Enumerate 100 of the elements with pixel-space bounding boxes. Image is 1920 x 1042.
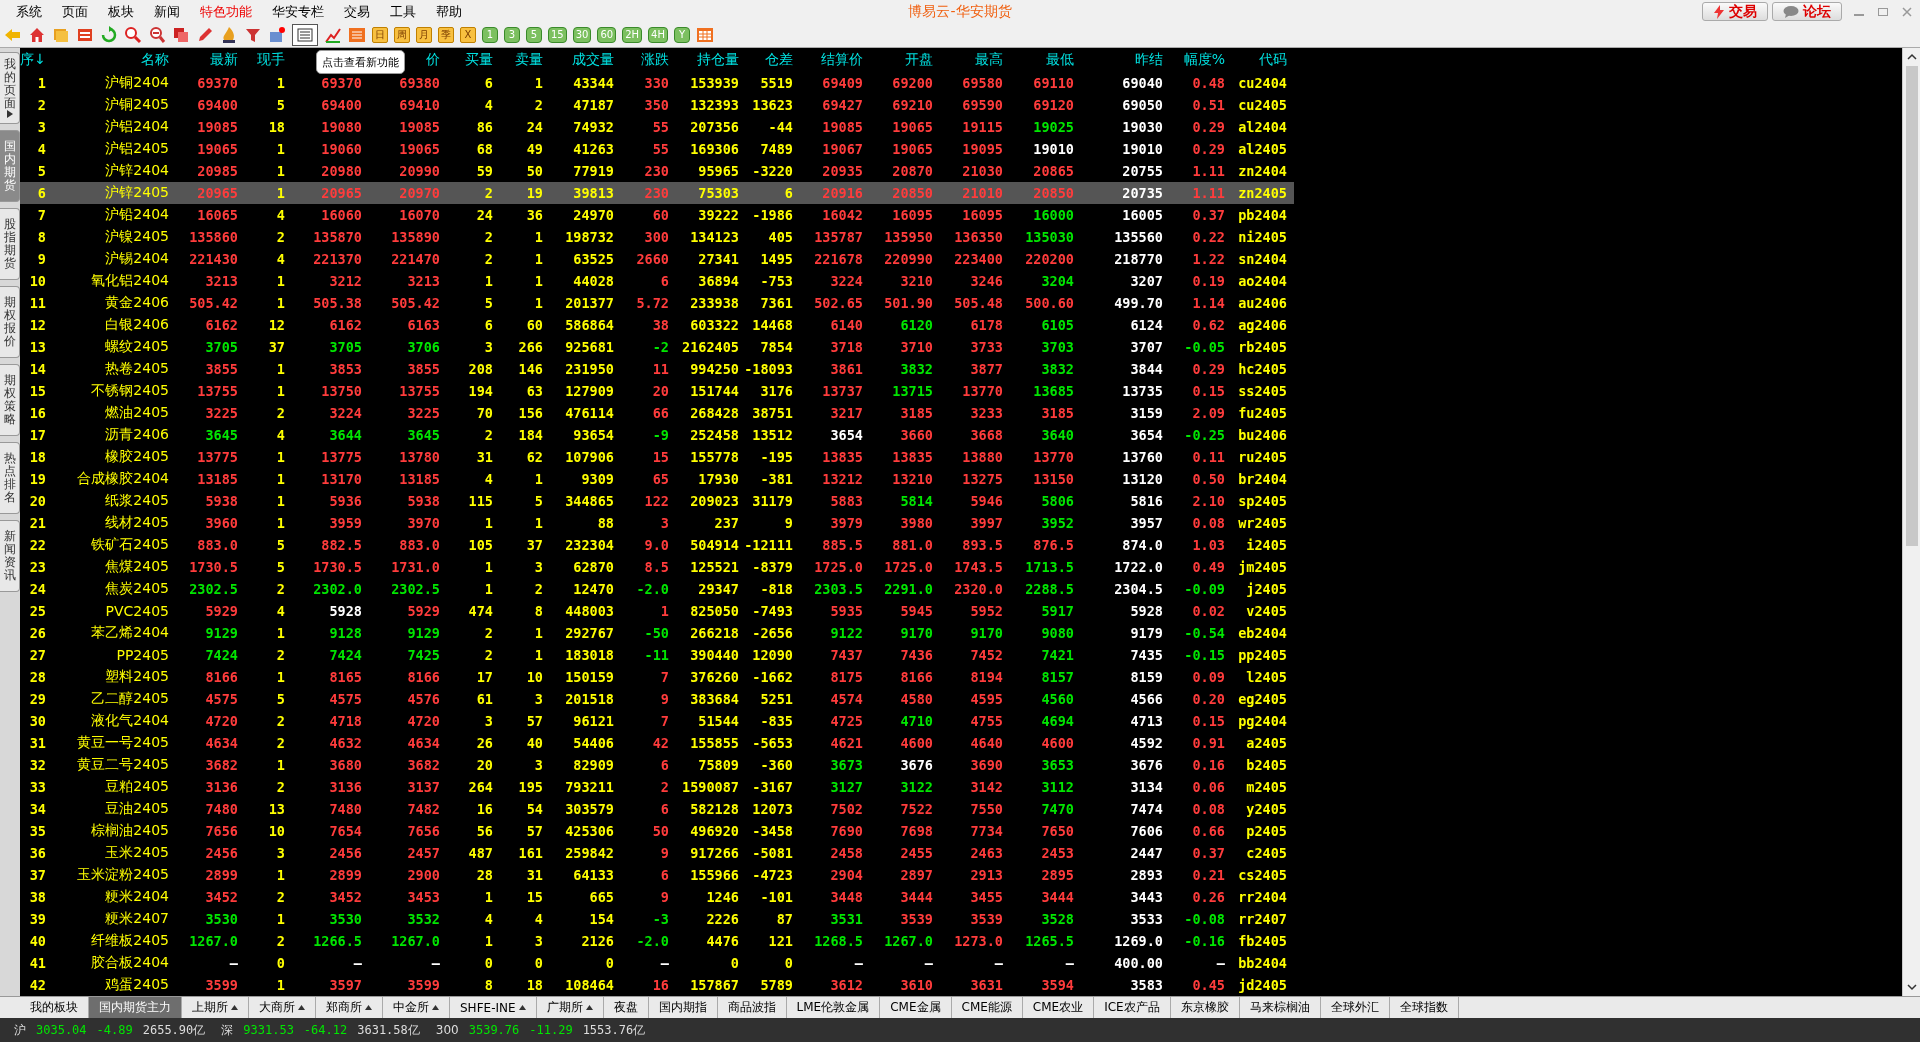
forum-button[interactable]: 论坛 [1772, 2, 1842, 21]
refresh-icon[interactable] [100, 26, 118, 44]
table-cell-text: 3136 [204, 779, 239, 795]
column-header[interactable]: 代码 [1229, 51, 1291, 69]
table-cell-text: 33 [28, 779, 47, 795]
side-tab[interactable]: 股指期货 [0, 208, 20, 280]
table-cell-text: 沪铝2405 [104, 140, 170, 158]
window-title: 博易云-华安期货 [908, 2, 1012, 21]
table-cell-text: 3959 [328, 515, 363, 531]
table-cell-text: 5251 [759, 691, 794, 707]
selected-row[interactable]: 6 沪锌2405 20965 1 20965 20970 2 19 39813 230 75303 6 20916 20850 21010 20850 20735 1.11 zn2405 [20, 182, 1294, 204]
menu-item[interactable]: 特色功能 [190, 2, 262, 21]
line-chart-icon[interactable] [324, 26, 342, 44]
table-cell-text: 994250 [689, 361, 740, 377]
close-icon[interactable] [1900, 5, 1914, 18]
column-header[interactable]: 幅度% [1167, 51, 1229, 69]
column-header[interactable]: 序↓ [20, 51, 70, 69]
period-button[interactable]: X [460, 27, 476, 43]
scroll-thumb[interactable] [1905, 66, 1918, 546]
list-view-button[interactable] [292, 24, 318, 46]
side-tab[interactable]: 我的页面 [0, 52, 20, 124]
restore-icon[interactable] [1876, 5, 1890, 18]
home-icon[interactable] [28, 26, 46, 44]
scroll-down-icon[interactable] [1905, 982, 1918, 992]
table-cell-text: al2404 [1237, 119, 1288, 135]
table-cell-text: 0.45 [1191, 977, 1226, 993]
menu-item[interactable]: 交易 [334, 2, 380, 21]
column-header[interactable]: 卖量 [497, 51, 547, 69]
funnel-icon[interactable] [244, 26, 262, 44]
table-cell-text: 69200 [891, 75, 934, 91]
table-cell-text: 3676 [899, 757, 934, 773]
table-cell-text: 0 [275, 955, 286, 971]
table-cell-text: 38 [651, 317, 670, 333]
side-tab[interactable]: 热点排名 [0, 442, 20, 514]
column-header[interactable]: 最低 [1007, 51, 1078, 69]
table-cell-text: 3668 [969, 427, 1004, 443]
column-header[interactable]: 最高 [937, 51, 1007, 69]
table-cell-text: 17 [28, 427, 47, 443]
column-header[interactable]: 成交量 [547, 51, 618, 69]
trade-button[interactable]: 交易 [1702, 2, 1768, 21]
column-header[interactable]: 涨跌 [618, 51, 673, 69]
document-icon[interactable] [76, 26, 94, 44]
pencil-icon[interactable] [196, 26, 214, 44]
table-cell-text: -2.0 [635, 581, 670, 597]
market-tab[interactable]: 国内期货主力 [89, 997, 182, 1018]
scrollbar[interactable] [1902, 48, 1920, 996]
index-amount: 1553.76亿 [582, 1021, 646, 1039]
column-header[interactable]: 结算价 [797, 51, 867, 69]
search-icon[interactable] [124, 26, 142, 44]
table-cell-text: 0.16 [1191, 757, 1226, 773]
table-cell-text: 13775 [320, 449, 363, 465]
period-button[interactable]: 日 [372, 27, 388, 43]
table-cell-text: 74932 [572, 119, 615, 135]
table-cell-text: 6120 [899, 317, 934, 333]
menu-item[interactable]: 新闻 [144, 2, 190, 21]
index-value: 3539.76 [468, 1023, 520, 1037]
table-cell-text: 8175 [829, 669, 864, 685]
scroll-up-icon[interactable] [1905, 52, 1918, 62]
menu-item[interactable]: 系统 [6, 2, 52, 21]
table-cell-text: 沪铝2404 [104, 118, 170, 136]
grid-icon[interactable] [348, 26, 366, 44]
table-cell-text: 0.66 [1191, 823, 1226, 839]
column-header[interactable]: 现手 [242, 51, 289, 69]
table-cell-text: 63525 [572, 251, 615, 267]
table-cell-text: 7606 [1129, 823, 1164, 839]
period-button[interactable]: 月 [416, 27, 432, 43]
column-header[interactable]: 名称 [70, 51, 173, 69]
period-button[interactable]: 周 [394, 27, 410, 43]
table-cell-text: 86 [475, 119, 494, 135]
zoom-out-icon[interactable] [148, 26, 166, 44]
column-header[interactable]: 昨结 [1078, 51, 1167, 69]
table-cell-text: 20935 [821, 163, 864, 179]
table-cell-text: 5917 [1040, 603, 1075, 619]
table-cell-text: 35 [28, 823, 47, 839]
column-header[interactable]: 买量 [444, 51, 497, 69]
side-tab[interactable]: 期权策略 [0, 364, 20, 436]
table-cell-text: 3653 [1040, 757, 1075, 773]
feature-icon[interactable] [268, 26, 286, 44]
window-icon[interactable] [172, 26, 190, 44]
menu-item[interactable]: 华安专栏 [262, 2, 334, 21]
table-cell-text: 19065 [398, 141, 441, 157]
column-header[interactable]: 最新 [173, 51, 242, 69]
period-button[interactable]: 季 [438, 27, 454, 43]
table-cell-text: 3 [533, 933, 544, 949]
menu-item[interactable]: 帮助 [426, 2, 472, 21]
side-tab[interactable]: 期权报价 [0, 286, 20, 358]
flame-icon[interactable] [220, 26, 238, 44]
table-cell-text: 沪锡2404 [104, 250, 170, 268]
table-cell-text: 69410 [398, 97, 441, 113]
table-cell-text: 3970 [406, 515, 441, 531]
side-tab[interactable]: 新闻资讯 [0, 520, 20, 592]
table-cell-text: 3 [36, 119, 47, 135]
column-header[interactable]: 开盘 [867, 51, 937, 69]
column-header[interactable]: 仓差 [743, 51, 797, 69]
column-header[interactable]: 持仓量 [673, 51, 743, 69]
calendar-icon[interactable] [696, 26, 714, 44]
table-cell-text: 19065 [196, 141, 239, 157]
menu-item[interactable]: 页面 [52, 2, 98, 21]
menu-item[interactable]: 工具 [380, 2, 426, 21]
menu-item[interactable]: 板块 [98, 2, 144, 21]
